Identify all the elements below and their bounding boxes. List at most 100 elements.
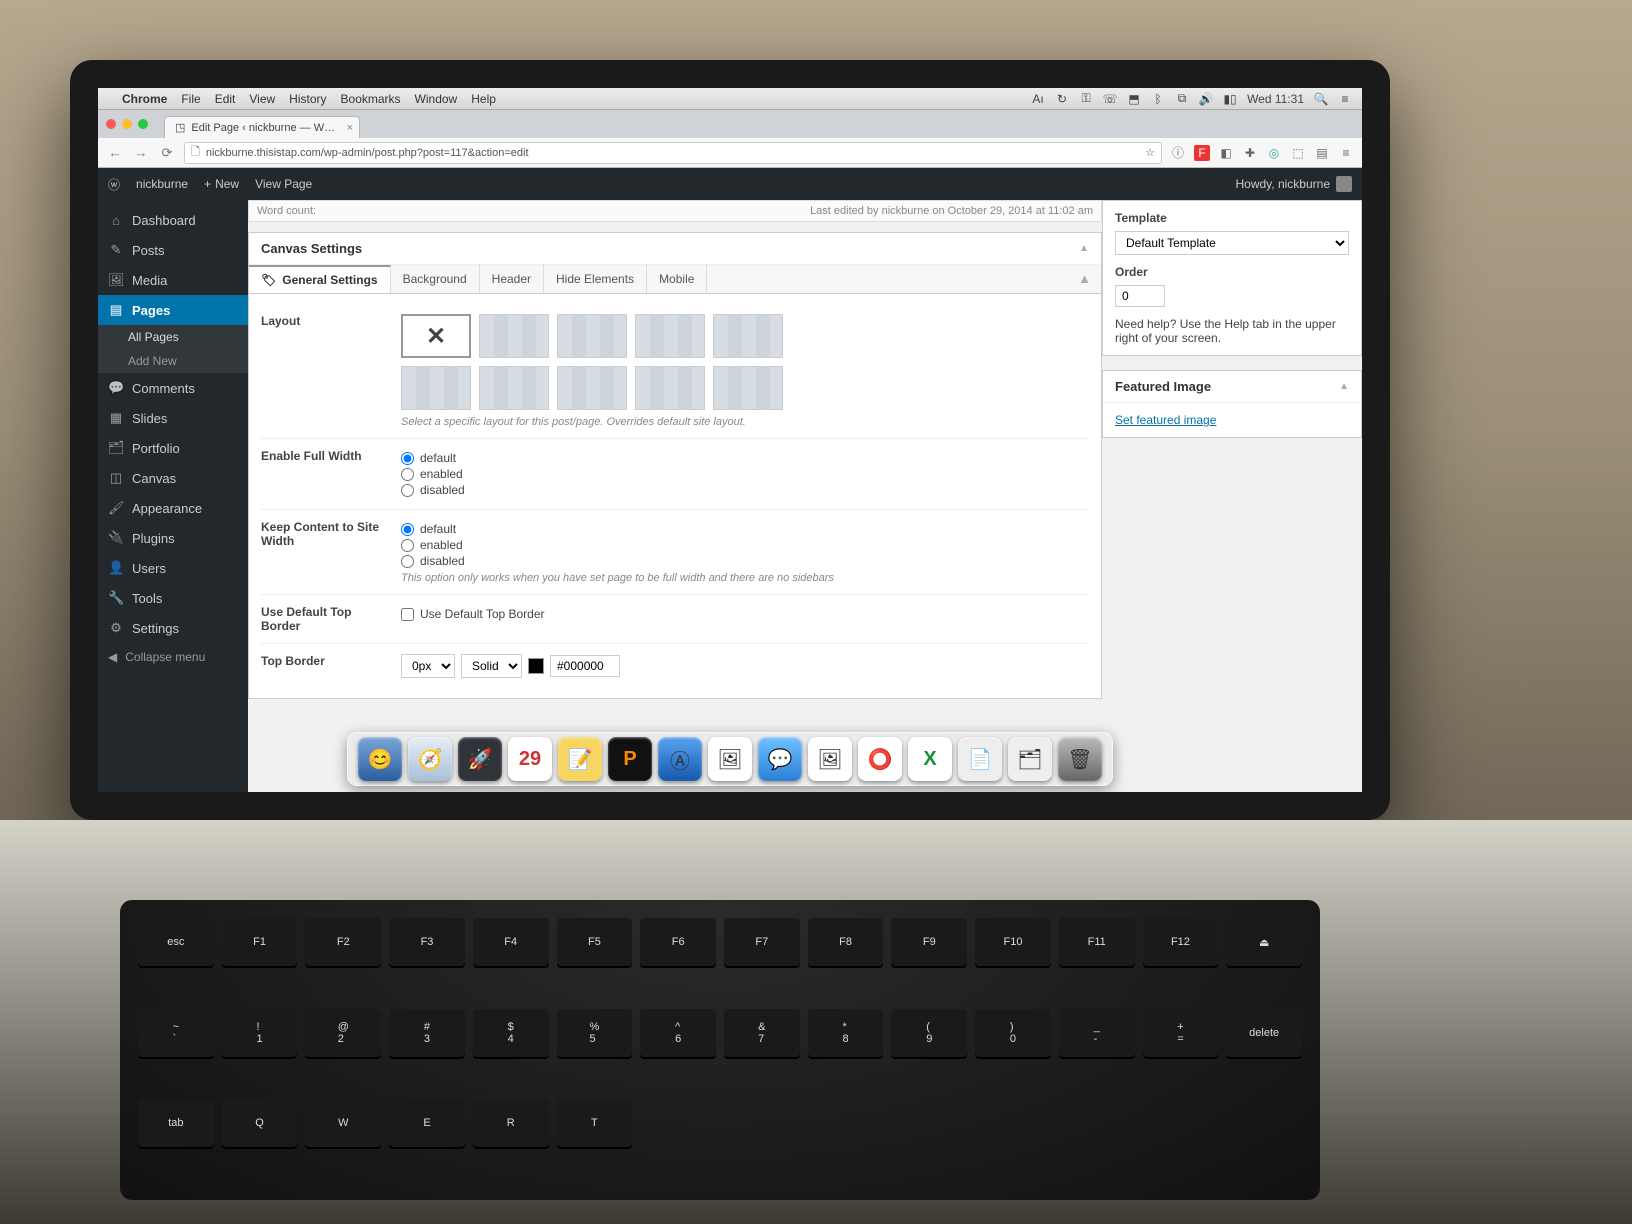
extension-icon[interactable]: F xyxy=(1194,145,1210,161)
layout-option[interactable] xyxy=(635,314,705,358)
menubar-item[interactable]: Edit xyxy=(215,92,236,106)
sidebar-item-posts[interactable]: ✎Posts xyxy=(98,235,248,265)
layout-option[interactable] xyxy=(401,366,471,410)
layout-option[interactable] xyxy=(635,366,705,410)
extension-icon[interactable]: ▤ xyxy=(1314,145,1330,161)
browser-tab[interactable]: ◳ Edit Page ‹ nickburne — W… × xyxy=(164,116,360,138)
extension-icon[interactable]: ⓘ xyxy=(1170,145,1186,161)
layout-option[interactable] xyxy=(713,366,783,410)
menubar-clock[interactable]: Wed 11:31 xyxy=(1247,92,1304,106)
dock-app-generic[interactable]: P xyxy=(608,737,652,781)
minimize-window-icon[interactable] xyxy=(122,119,132,129)
back-button[interactable]: ← xyxy=(106,144,124,162)
close-window-icon[interactable] xyxy=(106,119,116,129)
sidebar-item-comments[interactable]: 💬Comments xyxy=(98,373,248,403)
bookmark-star-icon[interactable]: ☆ xyxy=(1145,146,1155,159)
sidebar-item-dashboard[interactable]: ⌂Dashboard xyxy=(98,206,248,235)
menubar-item[interactable]: Help xyxy=(471,92,496,106)
menubar-app-name[interactable]: Chrome xyxy=(122,92,167,106)
wp-logo-icon[interactable]: ⓦ xyxy=(108,176,120,193)
spotlight-icon[interactable]: 🔍 xyxy=(1314,92,1328,106)
sidebar-item-tools[interactable]: 🔧Tools xyxy=(98,583,248,613)
address-bar[interactable]: 🗋 nickburne.thisistap.com/wp-admin/post.… xyxy=(184,142,1162,164)
border-size-select[interactable]: 0px xyxy=(401,654,455,678)
sidebar-item-slides[interactable]: ▦Slides xyxy=(98,403,248,433)
dock-app-generic[interactable]: 🖼 xyxy=(708,737,752,781)
adminbar-new-link[interactable]: New xyxy=(215,177,239,191)
sidebar-item-canvas[interactable]: ◫Canvas xyxy=(98,463,248,493)
dock-app-finder[interactable]: 😊 xyxy=(358,737,402,781)
radio-disabled[interactable] xyxy=(401,555,414,568)
extension-icon[interactable]: ◧ xyxy=(1218,145,1234,161)
set-featured-image-link[interactable]: Set featured image xyxy=(1115,413,1216,427)
layout-option[interactable] xyxy=(557,314,627,358)
dropbox-icon[interactable]: ⬒ xyxy=(1127,92,1141,106)
chevron-up-icon[interactable]: ▲ xyxy=(1079,243,1089,254)
tab-header[interactable]: Header xyxy=(480,265,544,293)
dock-app-excel[interactable]: X xyxy=(908,737,952,781)
sidebar-item-plugins[interactable]: 🔌Plugins xyxy=(98,523,248,553)
template-select[interactable]: Default Template xyxy=(1115,231,1349,255)
tab-hide-elements[interactable]: Hide Elements xyxy=(544,265,647,293)
menubar-item[interactable]: File xyxy=(181,92,200,106)
chrome-menu-icon[interactable]: ≡ xyxy=(1338,145,1354,161)
dock-app-photos[interactable]: 🖼 xyxy=(808,737,852,781)
radio-disabled[interactable] xyxy=(401,484,414,497)
postbox-title[interactable]: Canvas Settings ▲ xyxy=(249,233,1101,265)
sidebar-item-portfolio[interactable]: 🗂Portfolio xyxy=(98,433,248,463)
adminbar-howdy[interactable]: Howdy, nickburne xyxy=(1236,177,1331,191)
extension-icon[interactable]: ⬚ xyxy=(1290,145,1306,161)
collapse-menu-button[interactable]: ◀Collapse menu xyxy=(98,643,248,671)
menubar-item[interactable]: History xyxy=(289,92,326,106)
menubar-item[interactable]: View xyxy=(249,92,275,106)
dock-app-notes[interactable]: 📝 xyxy=(558,737,602,781)
layout-option[interactable] xyxy=(557,366,627,410)
chevron-up-icon[interactable]: ▲ xyxy=(1339,381,1349,392)
battery-icon[interactable]: ▮▯ xyxy=(1223,92,1237,106)
chevron-up-icon[interactable]: ▲ xyxy=(1068,265,1101,293)
site-info-icon[interactable]: 🗋 xyxy=(191,143,200,162)
adobe-icon[interactable]: Aı xyxy=(1031,92,1045,106)
layout-option[interactable] xyxy=(479,366,549,410)
layout-option[interactable] xyxy=(479,314,549,358)
radio-enabled[interactable] xyxy=(401,539,414,552)
dock-app-generic[interactable]: 📄 xyxy=(958,737,1002,781)
sidebar-subitem-all-pages[interactable]: All Pages xyxy=(98,325,248,349)
adminbar-site-link[interactable]: nickburne xyxy=(136,177,188,191)
sidebar-item-pages[interactable]: ▤Pages xyxy=(98,295,248,325)
volume-icon[interactable]: 🔊 xyxy=(1199,92,1213,106)
dock-app-generic[interactable]: 🗂 xyxy=(1008,737,1052,781)
border-style-select[interactable]: Solid xyxy=(461,654,522,678)
radio-default[interactable] xyxy=(401,523,414,536)
order-input[interactable] xyxy=(1115,285,1165,307)
adminbar-view-page-link[interactable]: View Page xyxy=(255,177,312,191)
radio-enabled[interactable] xyxy=(401,468,414,481)
sidebar-item-appearance[interactable]: 🖌Appearance xyxy=(98,493,248,523)
sync-icon[interactable]: ↻ xyxy=(1055,92,1069,106)
forward-button[interactable]: → xyxy=(132,144,150,162)
key-icon[interactable]: ⚿ xyxy=(1079,92,1093,106)
menubar-item[interactable]: Bookmarks xyxy=(341,92,401,106)
sidebar-item-users[interactable]: 👤Users xyxy=(98,553,248,583)
extension-icon[interactable]: ✚ xyxy=(1242,145,1258,161)
extension-icon[interactable]: ◎ xyxy=(1266,145,1282,161)
notifications-icon[interactable]: ≡ xyxy=(1338,92,1352,106)
bluetooth-icon[interactable]: ᛒ xyxy=(1151,92,1165,106)
sidebar-item-media[interactable]: 🖼Media xyxy=(98,265,248,295)
wifi-icon[interactable]: ⧉ xyxy=(1175,92,1189,106)
tab-mobile[interactable]: Mobile xyxy=(647,265,707,293)
menubar-item[interactable]: Window xyxy=(415,92,458,106)
dock-app-launchpad[interactable]: 🚀 xyxy=(458,737,502,781)
tab-close-icon[interactable]: × xyxy=(347,122,353,134)
dock-app-appstore[interactable]: Ⓐ xyxy=(658,737,702,781)
reload-button[interactable]: ⟳ xyxy=(158,144,176,162)
color-swatch-icon[interactable] xyxy=(528,658,544,674)
user-avatar-icon[interactable] xyxy=(1336,176,1352,192)
dock-app-trash[interactable]: 🗑 xyxy=(1058,737,1102,781)
layout-option-none[interactable]: ✕ xyxy=(401,314,471,358)
dock-app-chrome[interactable]: ⭕ xyxy=(858,737,902,781)
sidebar-item-settings[interactable]: ⚙Settings xyxy=(98,613,248,643)
dock-app-messages[interactable]: 💬 xyxy=(758,737,802,781)
tab-background[interactable]: Background xyxy=(391,265,480,293)
tab-general-settings[interactable]: 🏷 General Settings xyxy=(249,265,391,293)
